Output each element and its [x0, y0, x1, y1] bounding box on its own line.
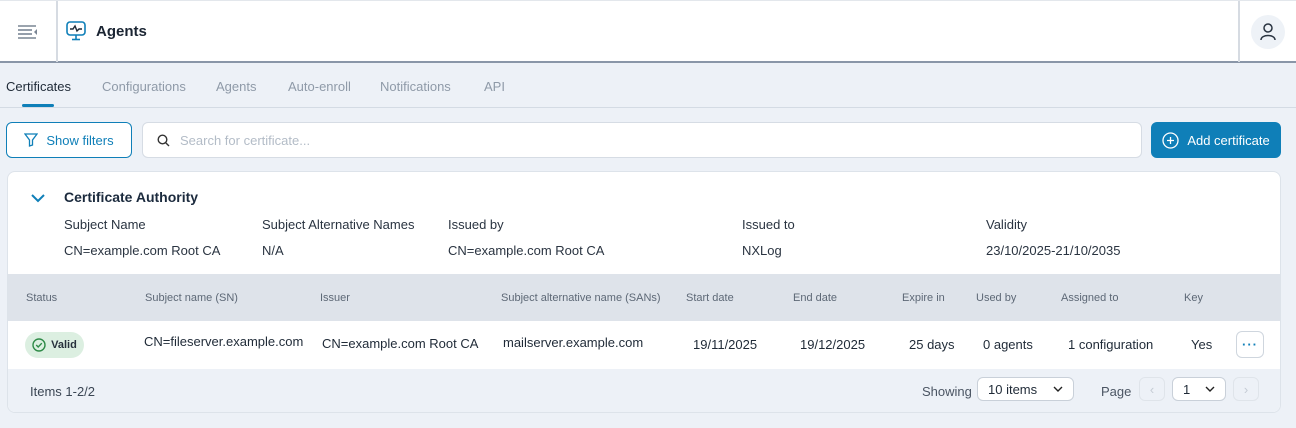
page-select[interactable]: 1	[1172, 377, 1226, 401]
column-header-start-date[interactable]: Start date	[686, 292, 734, 304]
show-filters-label: Show filters	[46, 132, 114, 148]
page-size-value: 10 items	[988, 381, 1038, 397]
tab-agents[interactable]: Agents	[216, 79, 256, 94]
cell-key: Yes	[1191, 337, 1213, 352]
chevron-right-icon: ›	[1243, 381, 1249, 397]
page-title: Agents	[96, 23, 147, 40]
user-menu-button[interactable]	[1238, 1, 1296, 62]
cell-issuer: CN=example.com Root CA	[322, 336, 479, 351]
tab-auto-enroll[interactable]: Auto-enroll	[288, 79, 351, 94]
column-header-issuer[interactable]: Issuer	[320, 292, 350, 304]
chevron-down-icon[interactable]	[31, 194, 45, 203]
column-header-key[interactable]: Key	[1184, 292, 1203, 304]
page-label: Page	[1101, 384, 1132, 399]
tab-divider	[0, 107, 1296, 108]
column-header-sans[interactable]: Subject alternative name (SANs)	[501, 292, 661, 304]
showing-label: Showing	[922, 384, 972, 399]
check-circle-icon	[32, 338, 46, 352]
ca-issued-by-label: Issued by	[448, 217, 504, 232]
search-input[interactable]	[180, 132, 1080, 148]
ca-issued-by-value: CN=example.com Root CA	[448, 243, 605, 258]
add-certificate-label: Add certificate	[1187, 132, 1270, 148]
ca-san-value: N/A	[262, 243, 284, 258]
tab-certificates[interactable]: Certificates	[6, 79, 71, 94]
column-header-expire-in[interactable]: Expire in	[902, 292, 945, 304]
tab-configurations[interactable]: Configurations	[102, 79, 186, 94]
cell-start-date: 19/11/2025	[693, 337, 758, 352]
menu-toggle-button[interactable]	[0, 1, 58, 62]
ca-validity-value: 23/10/2025-21/10/2035	[986, 243, 1121, 258]
ca-validity-label: Validity	[986, 217, 1027, 232]
ca-subject-name-label: Subject Name	[64, 217, 146, 232]
cell-end-date: 19/12/2025	[800, 337, 866, 352]
table-footer: Items 1-2/2 Showing 10 items Page ‹ 1 ›	[8, 369, 1280, 412]
chevron-left-icon: ‹	[1149, 381, 1155, 397]
table-row[interactable]: Valid CN=fileserver.example.com CN=examp…	[8, 321, 1280, 369]
search-icon	[157, 133, 170, 146]
certificates-card: Certificate Authority Subject Name CN=ex…	[7, 171, 1281, 413]
table-header: Status Subject name (SN) Issuer Subject …	[8, 274, 1280, 321]
tab-api[interactable]: API	[484, 79, 505, 94]
column-header-end-date[interactable]: End date	[793, 292, 837, 304]
add-certificate-button[interactable]: Add certificate	[1151, 122, 1281, 158]
page-value: 1	[1183, 381, 1191, 397]
column-header-status[interactable]: Status	[26, 292, 57, 304]
column-header-assigned-to[interactable]: Assigned to	[1061, 292, 1118, 304]
show-filters-button[interactable]: Show filters	[6, 122, 132, 158]
next-page-button[interactable]: ›	[1233, 377, 1259, 401]
user-icon	[1260, 22, 1276, 40]
cell-subject-name: CN=fileserver.example.com	[144, 334, 304, 349]
top-header: Agents	[0, 0, 1296, 63]
search-field[interactable]	[142, 122, 1142, 158]
row-actions-button[interactable]: ···	[1236, 331, 1264, 358]
previous-page-button[interactable]: ‹	[1139, 377, 1165, 401]
more-horizontal-icon: ···	[1242, 337, 1258, 352]
filter-icon	[24, 133, 39, 147]
cell-used-by: 0 agents	[983, 337, 1033, 352]
status-label: Valid	[51, 339, 77, 351]
ca-subject-name-value: CN=example.com Root CA	[64, 243, 221, 258]
items-count: Items 1-2/2	[30, 384, 96, 399]
cell-expire-in: 25 days	[909, 337, 955, 352]
status-badge: Valid	[25, 332, 84, 358]
column-header-used-by[interactable]: Used by	[976, 292, 1016, 304]
cell-sans: mailserver.example.com	[503, 335, 644, 350]
cell-assigned-to: 1 configuration	[1068, 337, 1154, 352]
chevron-down-icon	[1053, 386, 1063, 392]
page-size-select[interactable]: 10 items	[977, 377, 1074, 401]
collapse-menu-icon	[18, 24, 37, 39]
ca-issued-to-value: NXLog	[742, 243, 782, 258]
ca-san-label: Subject Alternative Names	[262, 217, 415, 232]
ca-issued-to-label: Issued to	[742, 217, 795, 232]
chevron-down-icon	[1205, 386, 1215, 392]
monitor-pulse-icon	[66, 21, 86, 41]
tab-notifications[interactable]: Notifications	[380, 79, 451, 94]
plus-circle-icon	[1162, 131, 1179, 149]
column-header-subject-name[interactable]: Subject name (SN)	[145, 292, 238, 304]
ca-title: Certificate Authority	[64, 189, 199, 205]
